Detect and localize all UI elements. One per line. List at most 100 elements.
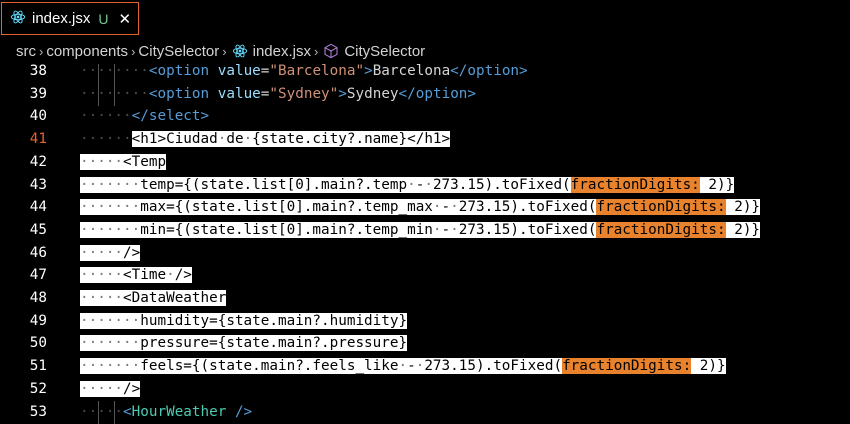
- code-token: ·····<Time·/>: [80, 267, 192, 284]
- code-token: >: [364, 64, 373, 79]
- code-token: value: [217, 85, 261, 102]
- code-line[interactable]: 42 ·····<Temp: [0, 151, 850, 174]
- code-token: >: [338, 85, 347, 102]
- code-content: ·····<Temp: [80, 151, 167, 174]
- breadcrumb-item-component[interactable]: CitySelector: [344, 43, 425, 60]
- code-token: >: [467, 85, 477, 102]
- line-number: 45: [29, 221, 47, 238]
- line-number: 38: [29, 64, 47, 79]
- editor-tab[interactable]: index.jsx U ✕: [1, 2, 139, 35]
- code-content: ·····/>: [80, 242, 141, 265]
- indent-guide: [114, 400, 115, 424]
- line-number: 50: [29, 335, 47, 352]
- code-line[interactable]: 39 ········<option value="Sydney">Sydney<…: [0, 82, 850, 106]
- code-token: />: [234, 403, 253, 420]
- code-content: ········<option value="Sydney">Sydney</o…: [80, 83, 476, 106]
- line-number: 48: [29, 290, 47, 306]
- react-icon: [232, 43, 248, 59]
- code-token: 2)}: [699, 176, 735, 193]
- whitespace-indent: ·····: [80, 403, 124, 420]
- code-content: ·······min={(state.list[0].main?.temp_mi…: [80, 219, 761, 242]
- code-token: HourWeather: [131, 403, 227, 420]
- code-line[interactable]: 52 ·····/>: [0, 378, 850, 401]
- code-content: ·····/>: [80, 378, 141, 401]
- close-icon[interactable]: ✕: [118, 10, 131, 28]
- code-line[interactable]: 48 ·····<DataWeather: [0, 287, 850, 310]
- code-line[interactable]: 45 ·······min={(state.list[0].main?.temp_…: [0, 219, 850, 242]
- code-token: option: [157, 85, 210, 102]
- code-editor[interactable]: 38 ········<option value="Barcelona">Barc…: [0, 64, 850, 424]
- code-token: ·······max={(state.list[0].main?.temp_ma…: [80, 199, 597, 216]
- breadcrumb-item-file[interactable]: index.jsx: [253, 43, 311, 60]
- line-number: 51: [29, 358, 47, 375]
- code-token: select: [148, 108, 201, 125]
- whitespace-indent: ······: [80, 108, 132, 125]
- indent-guide: [114, 64, 115, 83]
- code-token: option: [467, 64, 520, 79]
- code-content: ·······temp={(state.list[0].main?.temp·-…: [80, 174, 735, 197]
- line-number: 47: [29, 267, 47, 284]
- inlay-hint: fractionDigits:: [562, 358, 692, 375]
- code-line[interactable]: 51 ·······feels={(state.main?.feels_like·…: [0, 355, 850, 378]
- code-line[interactable]: 53 ·····<HourWeather />: [0, 400, 850, 424]
- code-line[interactable]: 40 ······</select>: [0, 105, 850, 128]
- code-token: ·······feels={(state.main?.feels_like·-·…: [80, 358, 563, 375]
- code-line[interactable]: 46 ·····/>: [0, 242, 850, 265]
- whitespace-indent: ······: [80, 131, 132, 148]
- code-content: ······</select>: [80, 105, 209, 128]
- code-token: ·····<Temp: [80, 153, 167, 170]
- code-line[interactable]: 49 ·······humidity={state.main?.humidity}: [0, 310, 850, 333]
- line-number: 46: [29, 244, 47, 261]
- code-line[interactable]: 38 ········<option value="Barcelona">Barc…: [0, 64, 850, 83]
- indent-guide: [114, 82, 115, 106]
- code-content: ·····<Time·/>: [80, 264, 192, 287]
- code-token: ·······pressure={state.main?.pressure}: [80, 335, 408, 352]
- git-status-badge: U: [98, 10, 109, 27]
- line-number: 41: [29, 131, 47, 148]
- code-line[interactable]: 44 ·······max={(state.list[0].main?.temp_…: [0, 196, 850, 219]
- breadcrumb-item-cityselector-folder[interactable]: CitySelector: [138, 43, 219, 60]
- code-content: ········<option value="Barcelona">Barcel…: [80, 64, 528, 83]
- code-token: <h1>Ciudad·de·{state.city?.name}</h1>: [131, 131, 451, 148]
- code-content: ·······max={(state.list[0].main?.temp_ma…: [80, 196, 761, 219]
- code-token: <: [123, 403, 132, 420]
- code-token: </: [131, 108, 149, 125]
- line-number: 39: [29, 85, 47, 102]
- code-token: ·····/>: [80, 244, 141, 261]
- code-token: </: [398, 85, 416, 102]
- inlay-hint: fractionDigits:: [596, 199, 726, 216]
- line-number: 42: [29, 153, 47, 170]
- code-content: ·······pressure={state.main?.pressure}: [80, 332, 408, 355]
- code-token: value: [217, 64, 261, 79]
- code-content: ······<h1>Ciudad·de·{state.city?.name}</…: [80, 128, 451, 151]
- code-token: ·····/>: [80, 380, 141, 397]
- line-number: 44: [29, 199, 47, 216]
- component-cube-icon: [323, 43, 339, 59]
- code-token: "Sydney": [269, 85, 339, 102]
- code-token: option: [415, 85, 468, 102]
- code-token: ·····<DataWeather: [80, 290, 227, 306]
- code-token: "Barcelona": [269, 64, 365, 79]
- code-line[interactable]: 47 ·····<Time·/>: [0, 264, 850, 287]
- code-token: ·······humidity={state.main?.humidity}: [80, 312, 408, 329]
- code-line[interactable]: 43 ·······temp={(state.list[0].main?.temp…: [0, 174, 850, 197]
- breadcrumb-item-components[interactable]: components: [46, 43, 128, 60]
- code-line[interactable]: 41 ······<h1>Ciudad·de·{state.city?.name}…: [0, 128, 850, 151]
- inlay-hint: fractionDigits:: [596, 221, 726, 238]
- code-token: option: [157, 64, 210, 79]
- code-token: 2)}: [725, 199, 761, 216]
- tab-bar: index.jsx U ✕: [0, 0, 850, 38]
- code-token: ·······min={(state.list[0].main?.temp_mi…: [80, 221, 597, 238]
- chevron-right-icon: ›: [131, 43, 136, 59]
- code-token: 2)}: [725, 221, 761, 238]
- breadcrumb-item-src[interactable]: src: [16, 43, 36, 60]
- chevron-right-icon: ›: [222, 43, 227, 59]
- code-token: </: [450, 64, 468, 79]
- chevron-right-icon: ›: [313, 43, 319, 59]
- code-token: Sydney: [346, 85, 399, 102]
- tab-filename: index.jsx: [32, 10, 91, 27]
- code-line[interactable]: 50 ·······pressure={state.main?.pressure}: [0, 332, 850, 355]
